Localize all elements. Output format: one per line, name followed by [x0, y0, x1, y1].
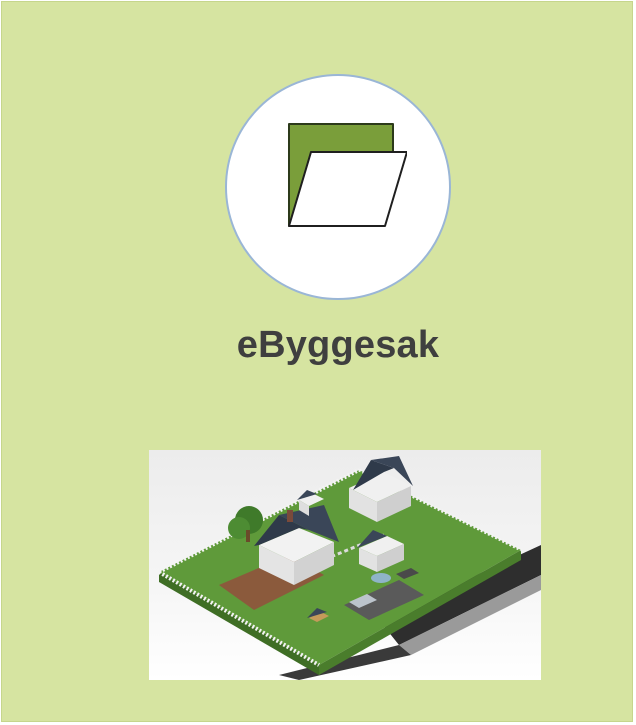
app-title: eByggesak — [236, 324, 440, 366]
folder-icon — [288, 123, 407, 227]
folder-icon-circle — [225, 74, 451, 300]
ebyggesak-tile[interactable]: eByggesak — [1, 1, 633, 722]
house-property-illustration — [149, 450, 541, 680]
